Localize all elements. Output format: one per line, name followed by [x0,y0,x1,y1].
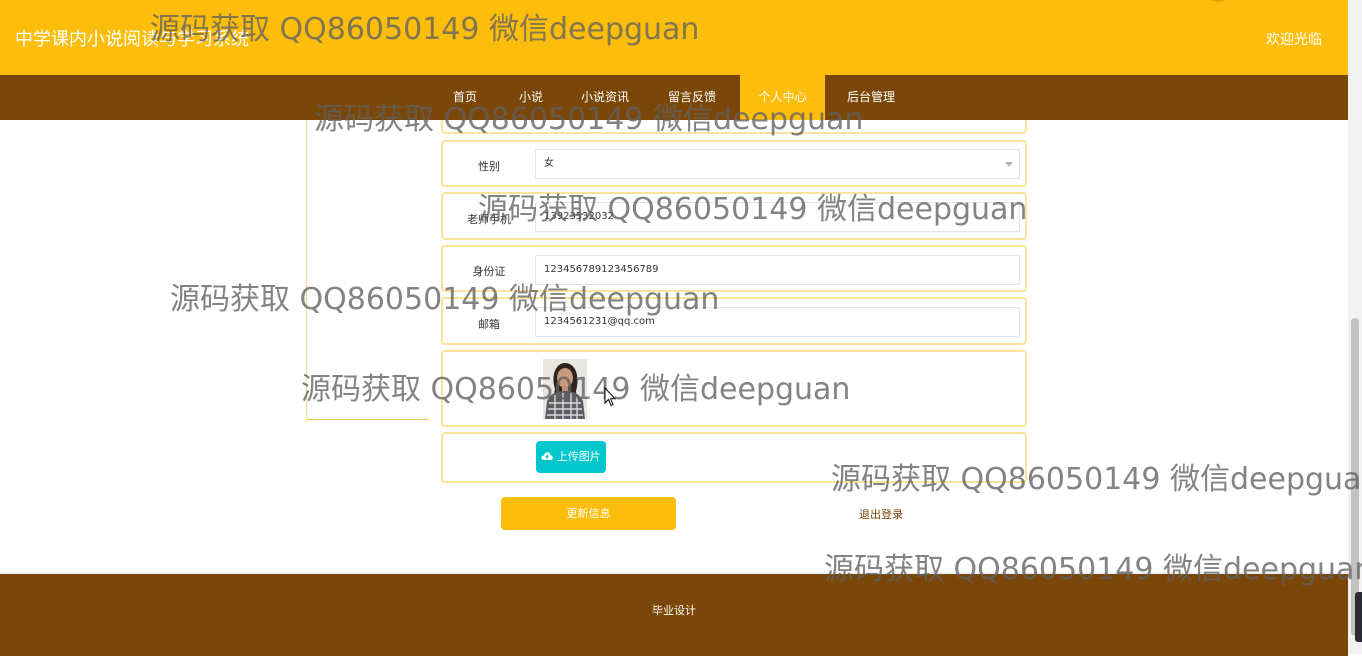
side-widget-handle [1355,592,1362,642]
gender-value: 女 [544,158,554,169]
scrollbar-thumb[interactable] [1351,318,1359,636]
footer: 毕业设计 [0,572,1348,656]
nav-item-home[interactable]: 首页 [443,75,487,120]
chevron-down-icon [1005,162,1013,167]
profile-photo [543,359,587,419]
gender-select[interactable]: 女 [535,149,1020,179]
page-scrollbar[interactable] [1348,0,1362,654]
email-input[interactable]: 1234561231@qq.com [535,307,1020,337]
nav-item-feedback[interactable]: 留言反馈 [660,75,724,120]
teacher-phone-input[interactable]: 13923532032 [535,202,1020,232]
sidebar-menu-panel [306,80,428,420]
user-avatar[interactable] [1204,0,1232,2]
form-row-email: 邮箱 1234561231@qq.com [441,297,1027,345]
nav-item-admin[interactable]: 后台管理 [838,75,904,120]
form-row-gender: 性别 女 [441,140,1027,187]
email-label: 邮箱 [478,318,500,331]
logout-link[interactable]: 退出登录 [859,506,903,522]
id-card-label: 身份证 [472,265,506,278]
form-row-teacher-phone: 老师手机 13923532032 [441,192,1027,240]
gender-label: 性别 [478,160,500,173]
nav-item-personal-center[interactable]: 个人中心 [740,75,825,120]
top-header-bar: 中学课内小说阅读与学习系统 欢迎光临 [0,0,1348,75]
id-card-input[interactable]: 123456789123456789 [535,255,1020,285]
teacher-phone-label: 老师手机 [467,213,511,226]
nav-item-novels[interactable]: 小说 [509,75,553,120]
upload-image-button[interactable]: 上传图片 [536,441,606,473]
nav-item-novel-news[interactable]: 小说资讯 [574,75,636,120]
profile-photo-image [543,359,587,419]
cloud-upload-icon [541,452,554,460]
footer-text: 毕业设计 [652,604,696,617]
welcome-text: 欢迎光临 [1266,32,1322,48]
site-title: 中学课内小说阅读与学习系统 [15,29,249,50]
main-nav: 首页 小说 小说资讯 留言反馈 个人中心 后台管理 [0,75,1348,120]
mouse-cursor-icon [604,387,616,407]
form-row-upload: 上传图片 [441,432,1027,483]
form-row-photo [441,350,1027,427]
form-row-id-card: 身份证 123456789123456789 [441,245,1027,292]
upload-button-label: 上传图片 [556,450,601,463]
update-info-button[interactable]: 更新信息 [501,497,676,530]
